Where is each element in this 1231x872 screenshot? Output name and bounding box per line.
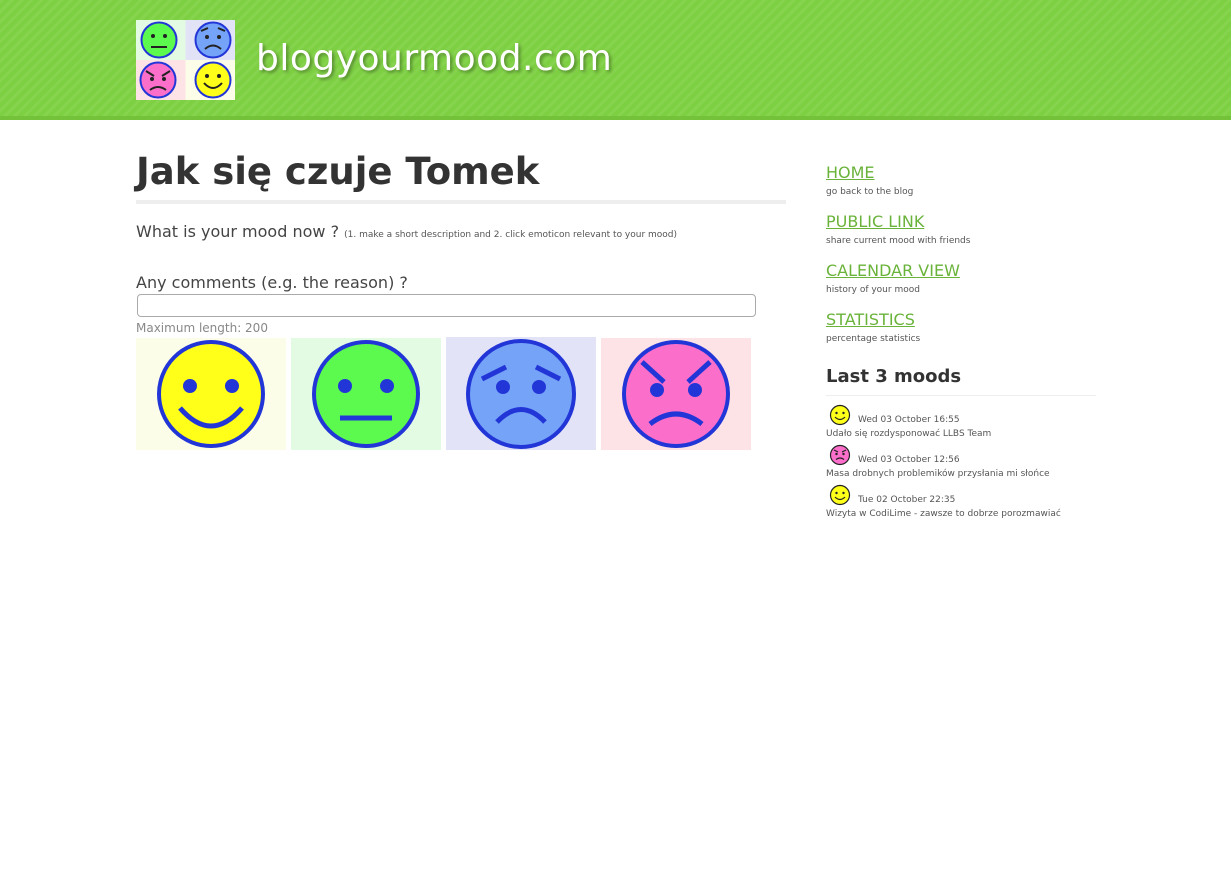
- list-item: Wed 03 October 12:56 Masa drobnych probl…: [826, 444, 1096, 484]
- comment-input[interactable]: [137, 294, 756, 318]
- happy-face-icon: [829, 404, 851, 426]
- entry-date: Wed 03 October 12:56: [858, 455, 960, 465]
- last-moods-list: Wed 03 October 16:55 Udało się rozdyspon…: [826, 404, 1096, 524]
- mood-prompt: What is your mood now ? (1. make a short…: [136, 222, 786, 241]
- mood-sad-button[interactable]: [446, 337, 596, 450]
- entry-date: Wed 03 October 16:55: [858, 415, 960, 425]
- nav-link-home[interactable]: HOME: [826, 162, 1096, 184]
- mood-prompt-hint: (1. make a short description and 2. clic…: [344, 230, 678, 241]
- page-title: Jak się czuje Tomek: [136, 150, 786, 205]
- main-content: Jak się czuje Tomek What is your mood no…: [136, 150, 786, 450]
- mood-prompt-text: What is your mood now ?: [136, 222, 340, 242]
- neutral-face-icon: [312, 340, 420, 448]
- nav-item-home: HOME go back to the blog: [826, 162, 1096, 197]
- nav-desc-public-link: share current mood with friends: [826, 236, 971, 246]
- nav-link-statistics[interactable]: STATISTICS: [826, 309, 1096, 331]
- happy-face-icon: [157, 340, 265, 448]
- mood-happy-button[interactable]: [136, 338, 286, 450]
- nav-desc-statistics: percentage statistics: [826, 334, 921, 344]
- logo-icon[interactable]: [136, 20, 235, 100]
- nav-link-calendar-view[interactable]: CALENDAR VIEW: [826, 260, 1096, 282]
- nav-item-calendar-view: CALENDAR VIEW history of your mood: [826, 260, 1096, 295]
- nav-item-public-link: PUBLIC LINK share current mood with frie…: [826, 211, 1096, 246]
- site-header: blogyourmood.com: [0, 0, 1231, 120]
- entry-text: Udało się rozdysponować LLBS Team: [826, 429, 992, 439]
- last-moods-title: Last 3 moods: [826, 366, 1096, 396]
- list-item: Wed 03 October 16:55 Udało się rozdyspon…: [826, 404, 1096, 444]
- sidebar: HOME go back to the blog PUBLIC LINK sha…: [826, 162, 1096, 524]
- mood-angry-button[interactable]: [601, 338, 751, 450]
- entry-text: Wizyta w CodiLime - zawsze to dobrze por…: [826, 509, 1061, 519]
- max-length-note: Maximum length: 200: [136, 321, 268, 336]
- angry-face-icon: [622, 340, 730, 448]
- entry-text: Masa drobnych problemików przysłania mi …: [826, 469, 1050, 479]
- comments-label: Any comments (e.g. the reason) ?: [136, 273, 408, 293]
- happy-face-icon: [829, 484, 851, 506]
- mood-neutral-button[interactable]: [291, 338, 441, 450]
- nav-desc-home: go back to the blog: [826, 187, 914, 197]
- mood-picker: [136, 337, 756, 452]
- nav-item-statistics: STATISTICS percentage statistics: [826, 309, 1096, 344]
- nav-desc-calendar-view: history of your mood: [826, 285, 920, 295]
- list-item: Tue 02 October 22:35 Wizyta w CodiLime -…: [826, 484, 1096, 524]
- angry-face-icon: [829, 444, 851, 466]
- entry-date: Tue 02 October 22:35: [858, 495, 956, 505]
- site-title-link[interactable]: blogyourmood.com: [256, 38, 612, 79]
- sad-face-icon: [466, 338, 576, 449]
- nav-link-public-link[interactable]: PUBLIC LINK: [826, 211, 1096, 233]
